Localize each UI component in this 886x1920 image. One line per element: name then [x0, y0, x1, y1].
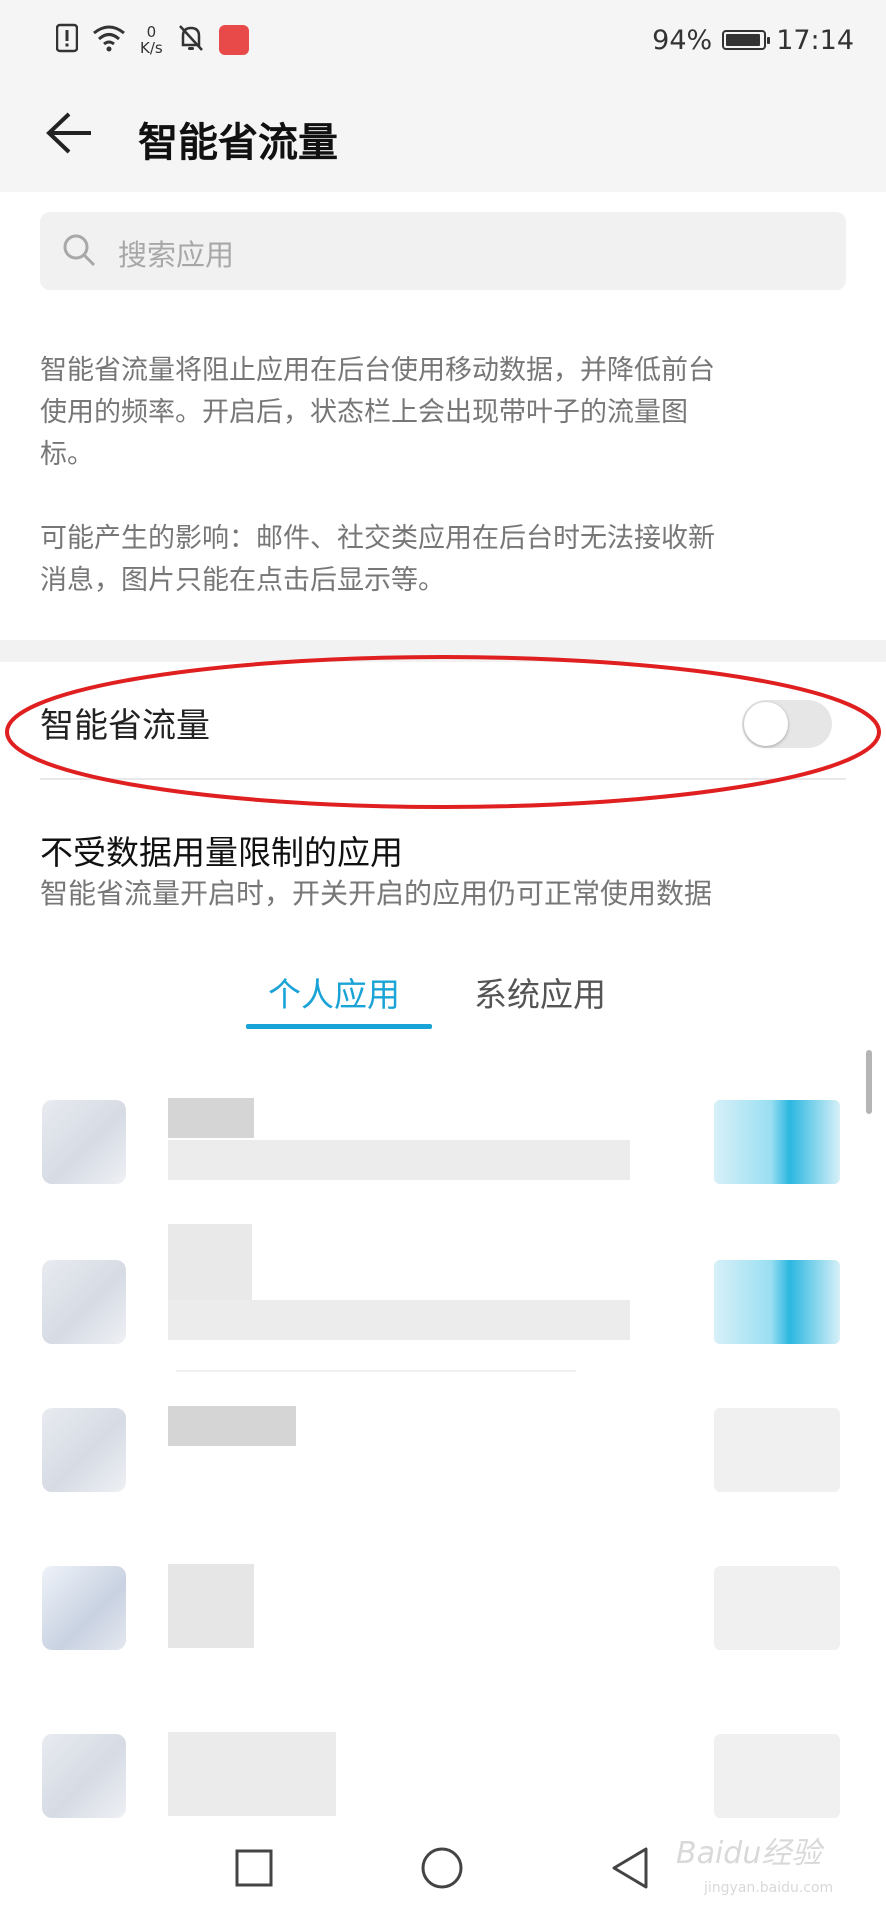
net-speed-value: 0: [146, 23, 157, 41]
back-button[interactable]: [36, 102, 102, 168]
description-line: 标。: [40, 439, 94, 470]
tab-system-apps[interactable]: 系统应用: [474, 968, 606, 1016]
app-data-switch[interactable]: [714, 1566, 840, 1650]
app-data-switch[interactable]: [714, 1408, 840, 1492]
app-data-switch[interactable]: [714, 1260, 840, 1344]
smart-data-saver-row[interactable]: 智能省流量: [0, 662, 886, 780]
app-name-blurred: [168, 1406, 296, 1446]
mute-bell-icon: [177, 23, 205, 57]
back-arrow-icon: [45, 111, 93, 159]
app-bar: 智能省流量: [0, 80, 886, 192]
impact-line: 可能产生的影响：邮件、社交类应用在后台时无法接收新: [40, 523, 715, 554]
app-name-blurred: [168, 1224, 252, 1308]
clock: 17:14: [776, 24, 854, 56]
app-icon: [42, 1566, 126, 1650]
home-button[interactable]: [414, 1842, 470, 1898]
battery-percent: 94%: [652, 24, 713, 56]
app-icon: [42, 1100, 126, 1184]
row-divider: [176, 1370, 576, 1372]
app-name-blurred: [168, 1098, 254, 1138]
battery-icon: [722, 30, 771, 50]
app-name-blurred: [168, 1732, 336, 1816]
page-title: 智能省流量: [138, 120, 338, 166]
section-title: 不受数据用量限制的应用: [40, 833, 403, 872]
home-icon: [419, 1845, 465, 1895]
list-item[interactable]: [0, 1554, 886, 1724]
description-line: 使用的频率。开启后，状态栏上会出现带叶子的流量图: [40, 397, 688, 428]
nav-back-button[interactable]: [602, 1842, 658, 1898]
wifi-icon: [92, 24, 126, 56]
list-item[interactable]: [0, 1396, 886, 1566]
tab-personal-apps[interactable]: 个人应用: [268, 968, 400, 1016]
list-item[interactable]: [0, 1088, 886, 1258]
impact-description: 可能产生的影响：邮件、社交类应用在后台时无法接收新 消息，图片只能在点击后显示等…: [40, 518, 846, 602]
switch-knob: [744, 702, 788, 746]
feature-description: 智能省流量将阻止应用在后台使用移动数据，并降低前台 使用的频率。开启后，状态栏上…: [40, 350, 846, 476]
alert-icon: [55, 23, 79, 57]
search-icon: [60, 231, 100, 275]
recent-apps-icon: [234, 1848, 274, 1892]
active-tab-indicator: [246, 1024, 432, 1029]
smart-data-saver-label: 智能省流量: [40, 706, 210, 746]
app-icon: [42, 1734, 126, 1818]
watermark-logo: Baidu经验: [676, 1836, 822, 1871]
huawei-app-icon: [218, 25, 249, 55]
app-icon: [42, 1408, 126, 1492]
app-data-switch[interactable]: [714, 1734, 840, 1818]
app-icon: [42, 1260, 126, 1344]
back-icon: [608, 1845, 652, 1895]
app-data-switch[interactable]: [714, 1100, 840, 1184]
list-item[interactable]: [0, 1224, 886, 1418]
section-separator: [0, 640, 886, 662]
recent-apps-button[interactable]: [226, 1842, 282, 1898]
net-speed-unit: K/s: [140, 39, 163, 57]
app-usage-blurred: [168, 1300, 630, 1340]
status-bar: 0 K/s 94% 17:14: [0, 0, 886, 80]
description-line: 智能省流量将阻止应用在后台使用移动数据，并降低前台: [40, 355, 715, 386]
app-usage-blurred: [168, 1140, 630, 1180]
smart-data-saver-switch[interactable]: [742, 700, 832, 748]
section-subtitle: 智能省流量开启时，开关开启的应用仍可正常使用数据: [40, 877, 713, 910]
search-placeholder: 搜索应用: [118, 238, 235, 272]
watermark-url: jingyan.baidu.com: [704, 1880, 834, 1896]
search-input[interactable]: 搜索应用: [40, 212, 846, 290]
net-speed: 0 K/s: [140, 24, 163, 56]
impact-line: 消息，图片只能在点击后显示等。: [40, 565, 445, 596]
divider: [40, 778, 846, 780]
app-name-blurred: [168, 1564, 254, 1648]
